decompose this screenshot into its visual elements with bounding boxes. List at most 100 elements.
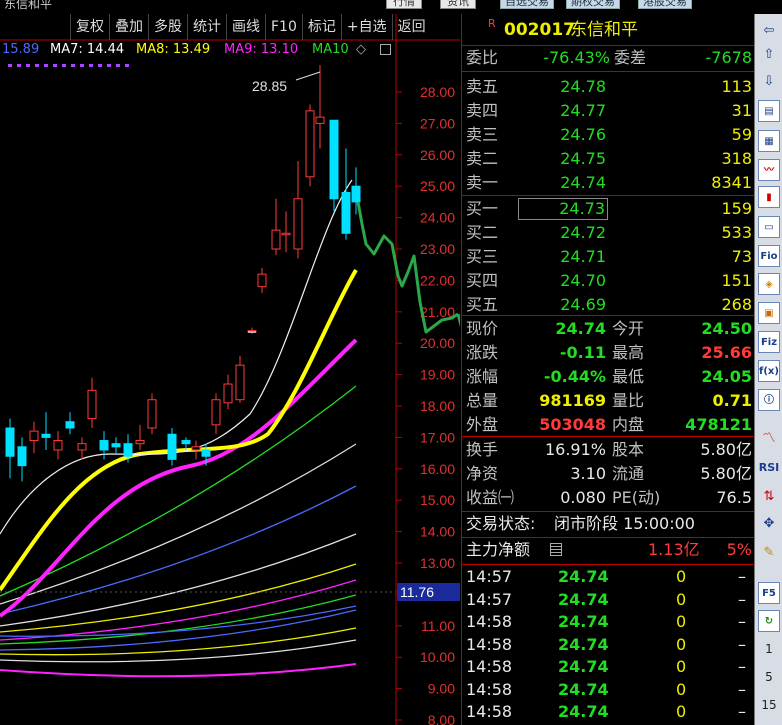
stock-code: 002017: [504, 20, 575, 40]
move-icon[interactable]: ✥: [758, 513, 780, 535]
trend-icon[interactable]: 〽: [758, 428, 780, 450]
ask-label: 卖四: [466, 101, 499, 120]
bid-price: 24.71: [560, 247, 606, 266]
arrow-left-icon[interactable]: ⇦: [758, 20, 780, 42]
kline-chart[interactable]: 28.00 27.00 26.00 25.00 24.00 23.00 22.00 21.00…: [0, 14, 460, 725]
back-button[interactable]: 返回: [391, 14, 431, 40]
tick-volume: 0: [676, 679, 687, 699]
axis-label: 9.00: [428, 681, 455, 697]
draw-line-button[interactable]: 画线: [226, 14, 265, 40]
stat2-row: 净资 3.10 流通 5.80亿: [462, 462, 754, 486]
period-15[interactable]: 15: [755, 698, 782, 712]
candle-body: [99, 440, 109, 451]
legend-dot: [44, 64, 48, 67]
rsi-icon[interactable]: RSI: [758, 457, 780, 479]
ask-volume: 113: [721, 77, 752, 96]
tick-volume: 0: [676, 702, 687, 721]
layers-icon[interactable]: ◈: [758, 273, 780, 295]
chart-toolbar: 复权 叠加 多股 统计 画线 F10 标记 +自选 返回: [70, 14, 431, 40]
info-icon[interactable]: ⓘ: [758, 389, 780, 411]
ask-row: 卖一 24.74 8341: [462, 171, 754, 195]
bid-row: 买二 24.72 533: [462, 221, 754, 245]
mark-button[interactable]: 标记: [301, 14, 341, 40]
f2-icon[interactable]: Fiz: [758, 331, 780, 353]
candle-body: [235, 364, 245, 401]
tick-price: 24.74: [558, 679, 609, 699]
stock-badge: R: [488, 17, 496, 30]
bid-label: 买四: [466, 271, 499, 290]
axis-label: 25.00: [420, 178, 455, 194]
ask-volume: 318: [721, 149, 752, 168]
candle-body: [351, 185, 361, 203]
ask-label: 卖二: [466, 149, 499, 168]
tick-time: 14:57: [466, 567, 513, 586]
refresh-icon[interactable]: ↻: [758, 610, 780, 632]
arrow-down-icon[interactable]: ⇩: [758, 71, 780, 93]
main-force-row: 主力净额 1.13亿 5%: [462, 538, 754, 562]
bid-price: 24.70: [560, 271, 606, 290]
sort-icon[interactable]: ⇅: [758, 486, 780, 508]
weicha-label: 委差: [614, 48, 647, 67]
stat-value: 478121: [685, 415, 752, 434]
f10-icon[interactable]: Fio: [758, 245, 780, 267]
f10-button[interactable]: F10: [265, 14, 302, 40]
stock-header: R 002017 东信和平: [462, 17, 754, 44]
stat-label: 净资: [466, 464, 499, 483]
report-icon[interactable]: ▤: [758, 100, 780, 122]
trade-button[interactable]: 自选交易: [500, 0, 554, 9]
pencil-icon[interactable]: ✎: [758, 542, 780, 564]
overlay-button[interactable]: 叠加: [109, 14, 148, 40]
arrow-up-icon[interactable]: ⇧: [758, 44, 780, 66]
f5-icon[interactable]: F5: [758, 582, 780, 604]
legend-dot: [116, 64, 120, 67]
candle-body: [281, 232, 291, 236]
candle-body: [53, 440, 63, 451]
cursor-price-label: 11.76: [400, 584, 434, 600]
stat-label: 最低: [612, 367, 645, 386]
legend-dot: [62, 64, 66, 67]
stat-label: 收益㈠: [466, 488, 515, 507]
candle-body: [135, 440, 145, 445]
divider: [462, 195, 754, 196]
tick-row: 14:57 24.74 0 –: [462, 566, 754, 588]
stat-label: PE(动): [612, 488, 661, 507]
bid-volume: 151: [721, 271, 752, 290]
candle-icon[interactable]: ▮: [758, 186, 780, 208]
grid-icon[interactable]: ▦: [758, 130, 780, 152]
ask-price: 24.74: [560, 173, 606, 192]
doc-icon[interactable]: ▣: [758, 302, 780, 324]
news-button[interactable]: 资讯: [440, 0, 476, 9]
options-trade-button[interactable]: 期权交易: [566, 0, 620, 9]
candle-body: [41, 433, 51, 438]
bid-price: 24.69: [560, 295, 606, 314]
line-chart-icon[interactable]: 〰: [758, 159, 780, 181]
quote-button[interactable]: 行情: [386, 0, 422, 9]
window-toggle-icon[interactable]: [380, 44, 391, 55]
axis-label: 28.00: [420, 84, 455, 100]
hk-trade-button[interactable]: 港股交易: [638, 0, 692, 9]
add-watchlist-button[interactable]: +自选: [340, 14, 392, 40]
fx-icon[interactable]: f(x): [758, 360, 780, 382]
chart-canvas[interactable]: 28.0027.0026.0025.0024.0023.0022.0021.00…: [0, 14, 460, 725]
book-icon[interactable]: ▭: [758, 216, 780, 238]
diamond-icon[interactable]: ◇: [356, 42, 366, 57]
ask-price: 24.77: [560, 101, 606, 120]
ma-legend-item: MA8: 13.49: [136, 42, 211, 57]
ma9-line: [0, 338, 358, 618]
bid-price: 24.73: [518, 198, 608, 220]
stats-button[interactable]: 统计: [187, 14, 226, 40]
period-5[interactable]: 5: [755, 670, 782, 684]
multi-stock-button[interactable]: 多股: [148, 14, 187, 40]
adjust-button[interactable]: 复权: [70, 14, 109, 40]
tick-price: 24.74: [558, 634, 609, 654]
ask-volume: 59: [731, 125, 752, 144]
axis-label: 16.00: [420, 461, 455, 477]
ask-row: 卖三 24.76 59: [462, 123, 754, 147]
list-icon[interactable]: [550, 543, 562, 556]
candle-body: [17, 446, 27, 467]
bid-label: 买五: [466, 295, 499, 314]
stat-label: 量比: [612, 391, 645, 410]
stat-value: 503048: [539, 415, 606, 434]
period-1[interactable]: 1: [755, 642, 782, 656]
candle-body: [329, 119, 339, 200]
